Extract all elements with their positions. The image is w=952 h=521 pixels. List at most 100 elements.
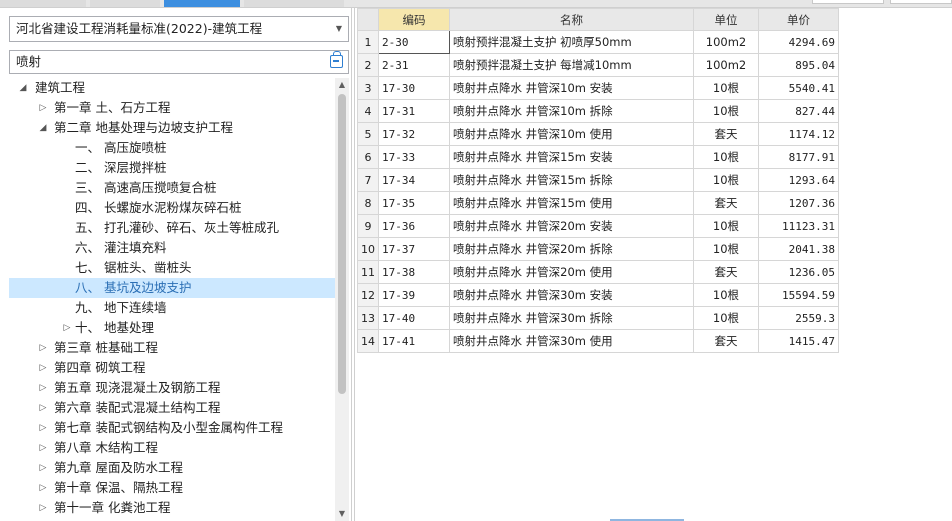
cell-code[interactable]: 2-31 [378,53,450,77]
table-row[interactable]: 12 17-39 喷射井点降水 井管深30m 安装 10根 15594.59 [357,283,839,307]
cell-code[interactable]: 17-38 [378,260,450,284]
cell-code[interactable]: 2-30 [378,30,450,54]
scroll-up-icon[interactable]: ▲ [335,78,349,92]
expand-arrow-icon[interactable]: ▷ [37,478,49,498]
cell-unit[interactable]: 10根 [693,99,759,123]
cell-code[interactable]: 17-35 [378,191,450,215]
expand-arrow-icon[interactable]: ▷ [37,358,49,378]
top-tab-1[interactable] [0,0,86,7]
cell-unit[interactable]: 100m2 [693,30,759,54]
expand-arrow-icon[interactable]: ▷ [37,398,49,418]
search-input[interactable]: 喷射 [9,50,349,74]
cell-code[interactable]: 17-30 [378,76,450,100]
expand-arrow-icon[interactable]: ▷ [37,438,49,458]
cell-name[interactable]: 喷射井点降水 井管深15m 安装 [449,145,694,169]
cell-price[interactable]: 8177.91 [758,145,839,169]
cell-price[interactable]: 15594.59 [758,283,839,307]
cell-price[interactable]: 1293.64 [758,168,839,192]
top-tab-active[interactable] [164,0,240,7]
tree-node[interactable]: ▷ 第八章 木结构工程 [9,438,335,458]
tree-node[interactable]: ▷ 第六章 装配式混凝土结构工程 [9,398,335,418]
scroll-thumb[interactable] [338,94,346,394]
cell-name[interactable]: 喷射井点降水 井管深30m 安装 [449,283,694,307]
cell-name[interactable]: 喷射井点降水 井管深15m 使用 [449,191,694,215]
standard-dropdown[interactable]: 河北省建设工程消耗量标准(2022)-建筑工程 ▼ [9,16,349,42]
cell-name[interactable]: 喷射井点降水 井管深10m 拆除 [449,99,694,123]
row-number[interactable]: 13 [357,306,379,330]
cell-name[interactable]: 喷射井点降水 井管深20m 使用 [449,260,694,284]
tree-node[interactable]: 八、 基坑及边坡支护 [9,278,335,298]
cell-name[interactable]: 喷射井点降水 井管深20m 拆除 [449,237,694,261]
cell-unit[interactable]: 套天 [693,329,759,353]
tree-node[interactable]: ▷ 十、 地基处理 [9,318,335,338]
table-row[interactable]: 8 17-35 喷射井点降水 井管深15m 使用 套天 1207.36 [357,191,839,215]
cell-unit[interactable]: 10根 [693,168,759,192]
scroll-down-icon[interactable]: ▼ [335,507,349,521]
top-tab-4[interactable] [244,0,344,7]
tree-node[interactable]: ◢ 第二章 地基处理与边坡支护工程 [9,118,335,138]
cell-price[interactable]: 11123.31 [758,214,839,238]
cell-code[interactable]: 17-31 [378,99,450,123]
table-row[interactable]: 9 17-36 喷射井点降水 井管深20m 安装 10根 11123.31 [357,214,839,238]
cell-name[interactable]: 喷射井点降水 井管深30m 拆除 [449,306,694,330]
cell-price[interactable]: 1236.05 [758,260,839,284]
cell-name[interactable]: 喷射预拌混凝土支护 每增减10mm [449,53,694,77]
top-right-button-2[interactable] [890,0,952,4]
collapse-arrow-icon[interactable]: ◢ [37,118,49,138]
cell-code[interactable]: 17-32 [378,122,450,146]
chevron-down-icon[interactable]: ▼ [336,17,342,41]
expand-arrow-icon[interactable]: ▷ [37,418,49,438]
cell-name[interactable]: 喷射井点降水 井管深15m 拆除 [449,168,694,192]
table-row[interactable]: 1 2-30 喷射预拌混凝土支护 初喷厚50mm 100m2 4294.69 [357,30,839,54]
row-number[interactable]: 5 [357,122,379,146]
cell-code[interactable]: 17-37 [378,237,450,261]
cell-price[interactable]: 2041.38 [758,237,839,261]
tree-node[interactable]: ▷ 第七章 装配式钢结构及小型金属构件工程 [9,418,335,438]
expand-arrow-icon[interactable]: ▷ [37,338,49,358]
cell-unit[interactable]: 10根 [693,145,759,169]
collapse-arrow-icon[interactable]: ◢ [17,78,29,98]
cell-price[interactable]: 5540.41 [758,76,839,100]
tree-node[interactable]: 五、 打孔灌砂、碎石、灰土等桩成孔 [9,218,335,238]
cell-code[interactable]: 17-34 [378,168,450,192]
header-price[interactable]: 单价 [758,8,839,31]
table-row[interactable]: 11 17-38 喷射井点降水 井管深20m 使用 套天 1236.05 [357,260,839,284]
tree-node[interactable]: 三、 高速高压搅喷复合桩 [9,178,335,198]
row-number[interactable]: 7 [357,168,379,192]
cell-unit[interactable]: 10根 [693,306,759,330]
header-code[interactable]: 编码 [378,8,450,31]
tree-node[interactable]: 一、 高压旋喷桩 [9,138,335,158]
row-number[interactable]: 4 [357,99,379,123]
cell-name[interactable]: 喷射井点降水 井管深30m 使用 [449,329,694,353]
tree-node[interactable]: 七、 锯桩头、凿桩头 [9,258,335,278]
expand-arrow-icon[interactable]: ▷ [61,318,73,338]
row-number[interactable]: 14 [357,329,379,353]
cell-code[interactable]: 17-36 [378,214,450,238]
header-name[interactable]: 名称 [449,8,694,31]
cell-price[interactable]: 4294.69 [758,30,839,54]
expand-arrow-icon[interactable]: ▷ [37,378,49,398]
cell-price[interactable]: 2559.3 [758,306,839,330]
expand-arrow-icon[interactable]: ▷ [37,98,49,118]
row-number[interactable]: 12 [357,283,379,307]
cell-price[interactable]: 1207.36 [758,191,839,215]
cell-unit[interactable]: 10根 [693,237,759,261]
table-row[interactable]: 14 17-41 喷射井点降水 井管深30m 使用 套天 1415.47 [357,329,839,353]
tree-node[interactable]: ▷ 第四章 砌筑工程 [9,358,335,378]
cell-name[interactable]: 喷射预拌混凝土支护 初喷厚50mm [449,30,694,54]
cell-code[interactable]: 17-33 [378,145,450,169]
cell-unit[interactable]: 套天 [693,122,759,146]
tree-node[interactable]: 九、 地下连续墙 [9,298,335,318]
table-row[interactable]: 5 17-32 喷射井点降水 井管深10m 使用 套天 1174.12 [357,122,839,146]
cell-unit[interactable]: 10根 [693,283,759,307]
row-number[interactable]: 8 [357,191,379,215]
tree-node[interactable]: 二、 深层搅拌桩 [9,158,335,178]
cell-price[interactable]: 1415.47 [758,329,839,353]
header-unit[interactable]: 单位 [693,8,759,31]
table-row[interactable]: 3 17-30 喷射井点降水 井管深10m 安装 10根 5540.41 [357,76,839,100]
tree-node[interactable]: ▷ 第十章 保温、隔热工程 [9,478,335,498]
row-number[interactable]: 3 [357,76,379,100]
cell-name[interactable]: 喷射井点降水 井管深10m 使用 [449,122,694,146]
tree-node[interactable]: ▷ 第十一章 化粪池工程 [9,498,335,518]
cell-code[interactable]: 17-39 [378,283,450,307]
